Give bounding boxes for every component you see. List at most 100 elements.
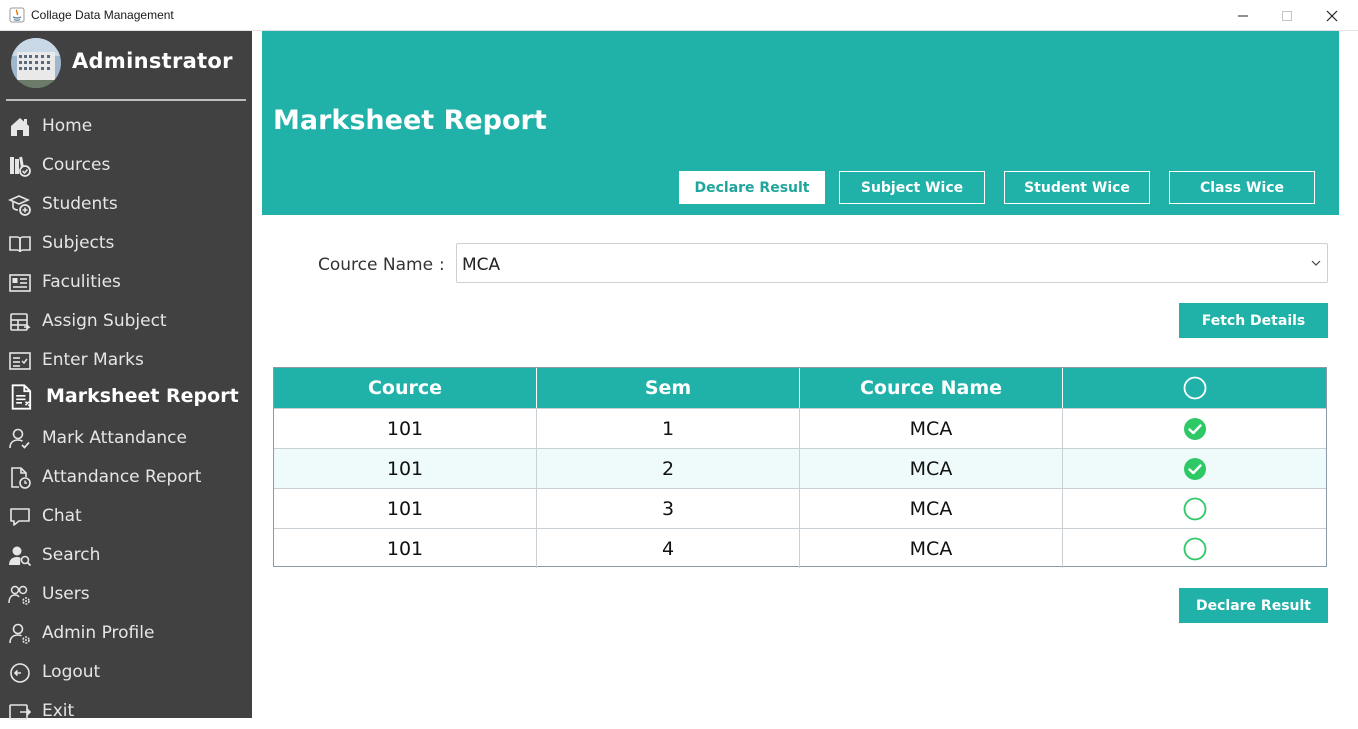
sidebar-item-label: Home <box>42 116 93 136</box>
report-document-icon <box>11 384 32 410</box>
sidebar-item-label: Search <box>42 545 101 565</box>
cell-cource-name: MCA <box>800 529 1063 568</box>
sidebar-item-students[interactable]: Students <box>0 186 252 222</box>
declare-result-button[interactable]: Declare Result <box>1179 588 1328 623</box>
sidebar-item-attandance-report[interactable]: Attandance Report <box>0 459 252 495</box>
sidebar-item-label: Users <box>42 584 90 604</box>
column-header-sem: Sem <box>537 368 800 408</box>
cell-cource: 101 <box>274 529 537 568</box>
maximize-icon <box>1282 10 1292 21</box>
sidebar-item-enter-marks[interactable]: Enter Marks <box>0 342 252 378</box>
sidebar-item-faculities[interactable]: Faculities <box>0 264 252 300</box>
cell-cource: 101 <box>274 409 537 448</box>
sidebar-item-subjects[interactable]: Subjects <box>0 225 252 261</box>
sidebar-item-assign-subject[interactable]: Assign Subject <box>0 303 252 339</box>
sidebar-item-label: Admin Profile <box>42 623 155 643</box>
sidebar-item-search[interactable]: Search <box>0 537 252 573</box>
cell-select[interactable] <box>1063 409 1326 448</box>
sidebar-item-exit[interactable]: Exit <box>0 693 252 729</box>
cell-cource-name: MCA <box>800 409 1063 448</box>
sidebar-item-label: Logout <box>42 662 101 682</box>
column-header-cource: Cource <box>274 368 537 408</box>
sidebar-item-label: Cources <box>42 155 111 175</box>
cell-cource-name: MCA <box>800 489 1063 528</box>
minimize-icon <box>1238 15 1248 16</box>
cell-select[interactable] <box>1063 489 1326 528</box>
check-circle-icon <box>1183 457 1206 480</box>
java-app-icon <box>9 7 25 23</box>
sidebar-item-label: Students <box>42 194 118 214</box>
check-circle-icon <box>1183 417 1206 440</box>
chevron-down-icon <box>1311 260 1321 266</box>
sidebar-item-mark-attandance[interactable]: Mark Attandance <box>0 420 252 456</box>
tab-declare-result[interactable]: Declare Result <box>679 171 825 204</box>
users-gear-icon <box>8 585 30 605</box>
minimize-button[interactable] <box>1220 0 1266 31</box>
sidebar-item-label: Faculities <box>42 272 121 292</box>
person-check-icon <box>9 428 30 449</box>
window-title: Collage Data Management <box>31 8 174 22</box>
table-row: 101 4 MCA <box>274 528 1326 568</box>
column-header-select-all[interactable] <box>1063 368 1326 408</box>
cource-name-label: Cource Name <box>318 255 434 275</box>
sidebar-item-users[interactable]: Users <box>0 576 252 612</box>
document-clock-icon <box>11 467 31 489</box>
sidebar-item-label: Marksheet Report <box>46 385 239 407</box>
chat-bubble-icon <box>10 508 30 526</box>
cell-sem: 2 <box>537 449 800 488</box>
admin-avatar <box>11 38 61 88</box>
sidebar-divider <box>6 99 246 101</box>
admin-gear-icon <box>9 623 30 644</box>
person-search-icon <box>9 546 32 567</box>
cell-select[interactable] <box>1063 449 1326 488</box>
home-icon <box>11 118 29 136</box>
sidebar-item-home[interactable]: Home <box>0 108 252 144</box>
tab-subject-wice[interactable]: Subject Wice <box>839 171 985 204</box>
cell-cource: 101 <box>274 449 537 488</box>
open-book-icon <box>9 236 31 253</box>
books-check-icon <box>10 156 31 177</box>
cell-sem: 3 <box>537 489 800 528</box>
sidebar-item-cources[interactable]: Cources <box>0 147 252 183</box>
maximize-button[interactable] <box>1264 0 1310 31</box>
tab-class-wice[interactable]: Class Wice <box>1169 171 1315 204</box>
tab-student-wice[interactable]: Student Wice <box>1004 171 1150 204</box>
window-titlebar: Collage Data Management <box>0 0 1358 31</box>
exit-icon <box>9 704 32 720</box>
semester-table: Cource Sem Cource Name 101 1 MCA 101 2 M… <box>273 367 1327 568</box>
close-button[interactable] <box>1309 0 1355 31</box>
sidebar-item-label: Chat <box>42 506 82 526</box>
label-colon: : <box>439 255 445 275</box>
sidebar-item-label: Attandance Report <box>42 467 202 487</box>
radio-unchecked-icon <box>1183 497 1206 520</box>
marks-form-icon <box>9 352 31 370</box>
sidebar-item-chat[interactable]: Chat <box>0 498 252 534</box>
selected-cource: MCA <box>462 255 501 275</box>
page-title: Marksheet Report <box>273 105 547 136</box>
student-add-icon <box>8 195 31 216</box>
cource-name-select[interactable]: MCA <box>456 243 1328 283</box>
sidebar-item-label: Subjects <box>42 233 115 253</box>
admin-name: Adminstrator <box>72 49 233 73</box>
column-header-cource-name: Cource Name <box>800 368 1063 408</box>
sidebar-item-admin-profile[interactable]: Admin Profile <box>0 615 252 651</box>
sidebar-item-label: Exit <box>42 701 75 721</box>
sidebar-item-label: Assign Subject <box>42 311 167 331</box>
assign-table-icon <box>10 313 31 331</box>
close-icon <box>1326 10 1338 21</box>
cell-select[interactable] <box>1063 529 1326 568</box>
cell-sem: 4 <box>537 529 800 568</box>
sidebar-item-logout[interactable]: Logout <box>0 654 252 690</box>
cell-cource-name: MCA <box>800 449 1063 488</box>
logout-icon <box>10 663 30 683</box>
table-row: 101 1 MCA <box>274 408 1326 448</box>
table-row: 101 2 MCA <box>274 448 1326 488</box>
radio-unchecked-icon <box>1183 376 1206 400</box>
id-card-icon <box>9 274 31 292</box>
radio-unchecked-icon <box>1183 537 1206 560</box>
fetch-details-button[interactable]: Fetch Details <box>1179 303 1328 338</box>
page-header: Marksheet Report Declare Result Subject … <box>262 31 1339 215</box>
table-row: 101 3 MCA <box>274 488 1326 528</box>
sidebar-item-label: Enter Marks <box>42 350 144 370</box>
sidebar-item-marksheet-report[interactable]: Marksheet Report <box>0 379 252 415</box>
